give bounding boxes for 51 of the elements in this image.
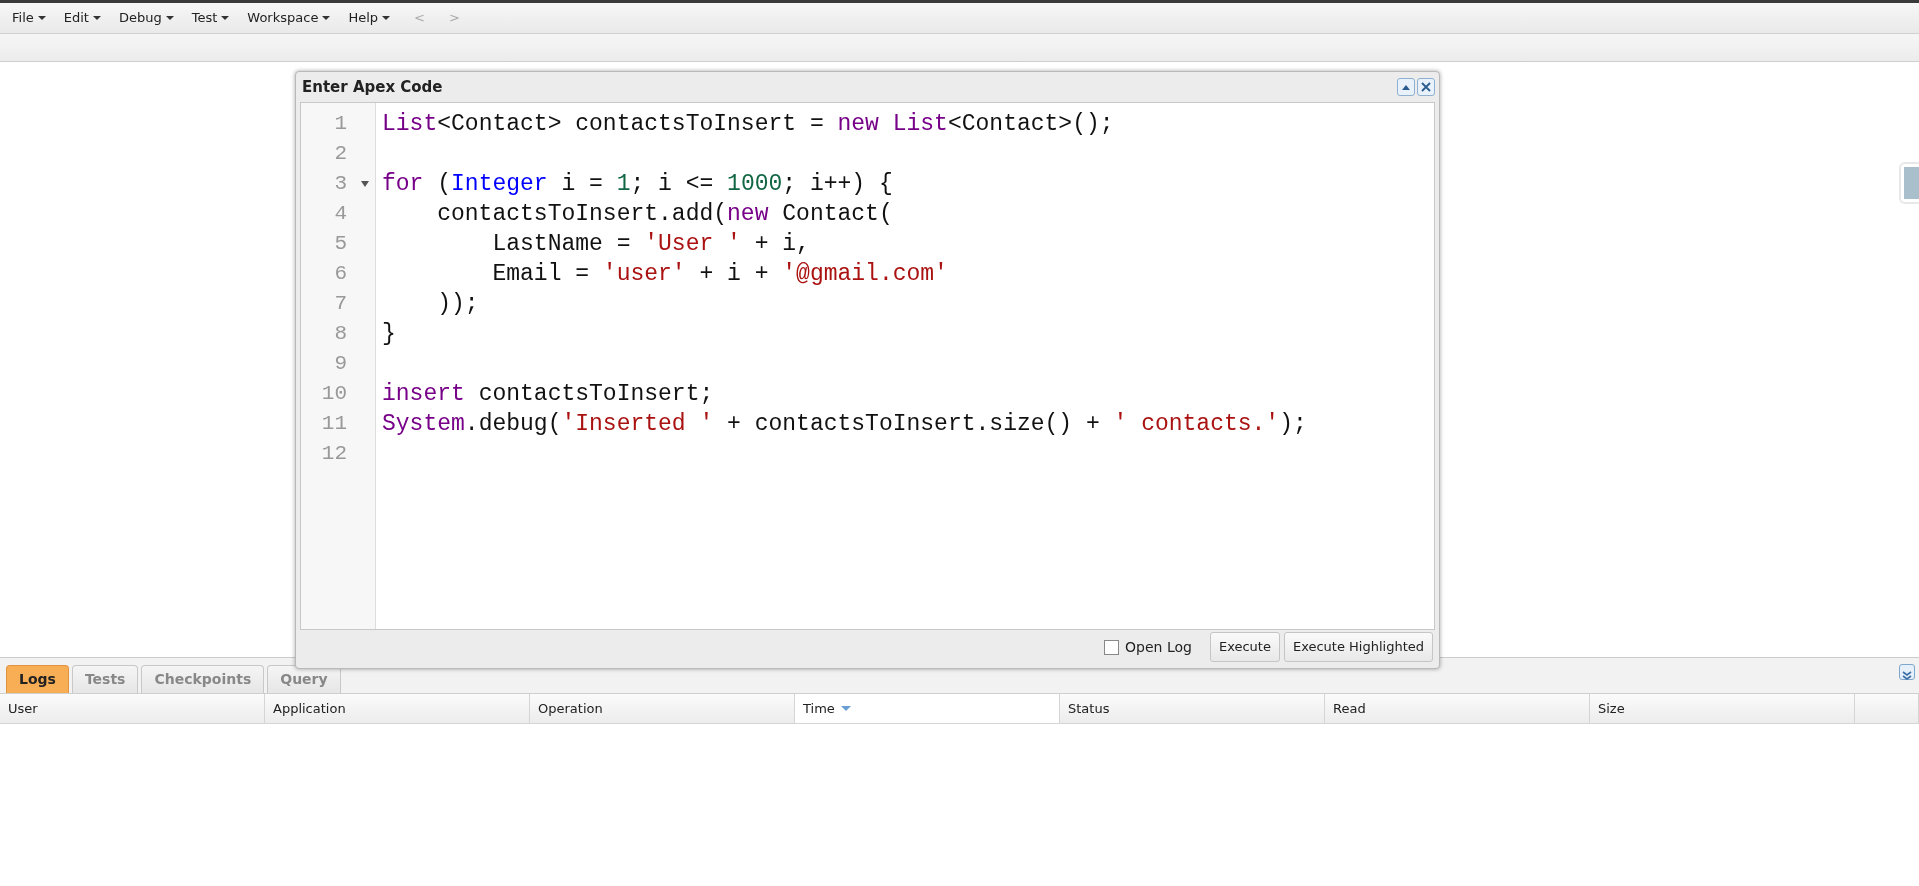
column-header[interactable]: Status (1068, 698, 1110, 719)
line-number: 7 (334, 291, 347, 318)
code-line: System.debug('Inserted ' + contactsToInsert.size() + ' contacts.'); (382, 411, 1307, 437)
column-header[interactable]: Operation (538, 698, 603, 719)
code-line: insert contactsToInsert; (382, 381, 714, 407)
line-number: 2 (334, 141, 347, 168)
code-line: List<Contact> contactsToInsert = new List<Contact>(); (382, 111, 1114, 137)
dialog-title: Enter Apex Code (302, 76, 443, 98)
line-number: 3 (334, 171, 347, 198)
execute-button[interactable]: Execute Highlighted (1283, 632, 1433, 662)
caret-icon (382, 16, 391, 20)
code-line: )); (436, 291, 479, 317)
column-header[interactable]: Size (1598, 698, 1625, 719)
code-line: for (Integer i = 1; i <= 1000; i++) { (382, 171, 893, 197)
column-header[interactable]: Application (273, 698, 346, 719)
line-number: 4 (334, 201, 347, 228)
menu-item[interactable]: File (12, 8, 46, 28)
execute-button[interactable]: Execute (1209, 632, 1280, 662)
caret-icon (37, 16, 46, 20)
column-header[interactable]: Time (803, 698, 835, 719)
code-line: LastName = 'User ' + i, (491, 231, 810, 257)
menu-item[interactable]: Workspace (247, 8, 331, 28)
close-icon[interactable] (1417, 78, 1435, 96)
tab[interactable]: Logs (6, 665, 69, 693)
side-panel-handle[interactable] (1899, 162, 1919, 204)
menu-item[interactable]: Debug (118, 8, 174, 28)
code-line: Email = 'user' + i + '@gmail.com' (491, 261, 948, 287)
column-header[interactable]: User (8, 698, 38, 719)
line-number: 11 (321, 411, 347, 438)
line-number: 9 (334, 351, 347, 378)
caret-icon (221, 16, 230, 20)
line-number: 6 (334, 261, 347, 288)
collapse-icon[interactable] (1899, 664, 1915, 680)
caret-icon (165, 16, 174, 20)
line-number: 1 (334, 111, 347, 138)
checkbox[interactable] (1104, 639, 1120, 655)
maximize-icon[interactable] (1397, 78, 1415, 96)
code-line: } (382, 321, 396, 347)
caret-icon (92, 16, 101, 20)
code-line: contactsToInsert.add(new Contact( (436, 201, 893, 227)
line-number: 5 (334, 231, 347, 258)
line-number: 12 (321, 441, 347, 468)
menu-item[interactable]: Test (191, 8, 230, 28)
fold-icon[interactable] (361, 181, 369, 187)
column-header[interactable]: Read (1333, 698, 1366, 719)
menu-item[interactable]: Edit (63, 8, 101, 28)
line-number: 10 (321, 381, 347, 408)
menu-item[interactable]: Help (348, 8, 391, 28)
line-number: 8 (334, 321, 347, 348)
checkbox-label: Open Log (1125, 637, 1192, 657)
caret-icon (322, 16, 331, 20)
